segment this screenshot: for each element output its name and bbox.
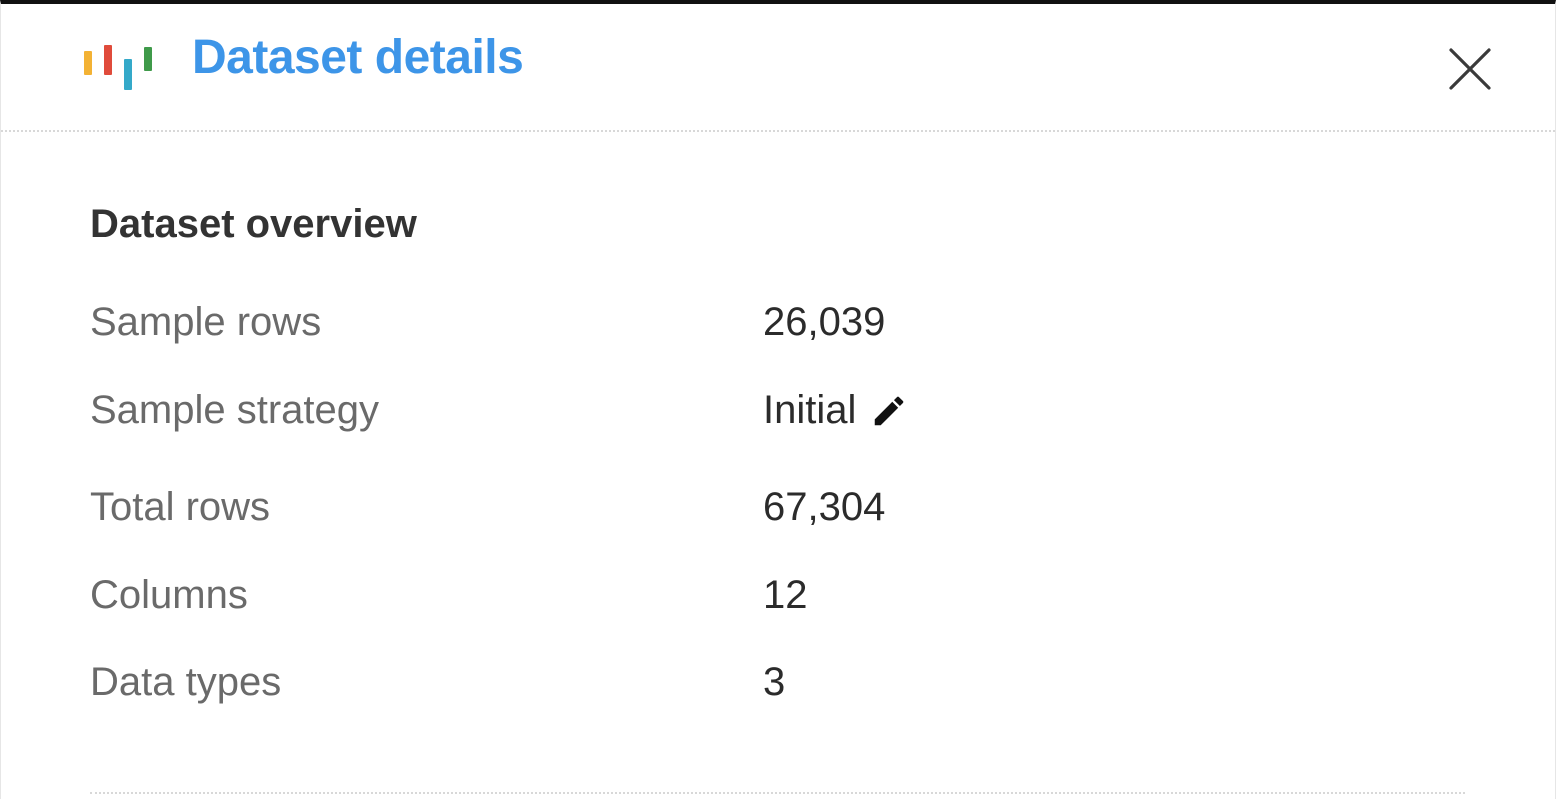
close-icon [1449, 48, 1491, 90]
overview-row-columns: Columns 12 [90, 573, 1470, 623]
row-label: Columns [90, 573, 248, 617]
row-value: 12 [763, 573, 808, 617]
logo-bar-green [144, 47, 152, 71]
overview-row-total-rows: Total rows 67,304 [90, 485, 1470, 535]
dialog-title: Dataset details [192, 31, 524, 84]
logo-bar-yellow [84, 51, 92, 75]
overview-row-sample-rows: Sample rows 26,039 [90, 300, 1470, 350]
row-value: 26,039 [763, 300, 886, 344]
row-value: 3 [763, 660, 786, 704]
dataset-details-dialog: Dataset details Dataset overview Sample … [0, 0, 1556, 799]
overview-row-data-types: Data types 3 [90, 660, 1470, 710]
logo-bar-teal [124, 59, 132, 90]
row-value: 67,304 [763, 485, 886, 529]
bar-chart-logo-icon [82, 42, 154, 90]
row-label: Sample rows [90, 300, 322, 344]
dialog-header: Dataset details [1, 4, 1555, 132]
row-label: Data types [90, 660, 282, 704]
section-divider [90, 792, 1465, 794]
overview-row-sample-strategy: Sample strategy Initial [90, 388, 1470, 438]
edit-sample-strategy-button[interactable] [870, 392, 908, 430]
close-button[interactable] [1443, 42, 1497, 96]
row-label: Total rows [90, 485, 271, 529]
logo-bar-red [104, 45, 112, 75]
row-value-with-edit: Initial [763, 388, 908, 433]
row-label: Sample strategy [90, 388, 380, 432]
overview-heading: Dataset overview [90, 202, 417, 246]
row-value: Initial [763, 388, 857, 432]
pencil-icon [875, 396, 904, 426]
